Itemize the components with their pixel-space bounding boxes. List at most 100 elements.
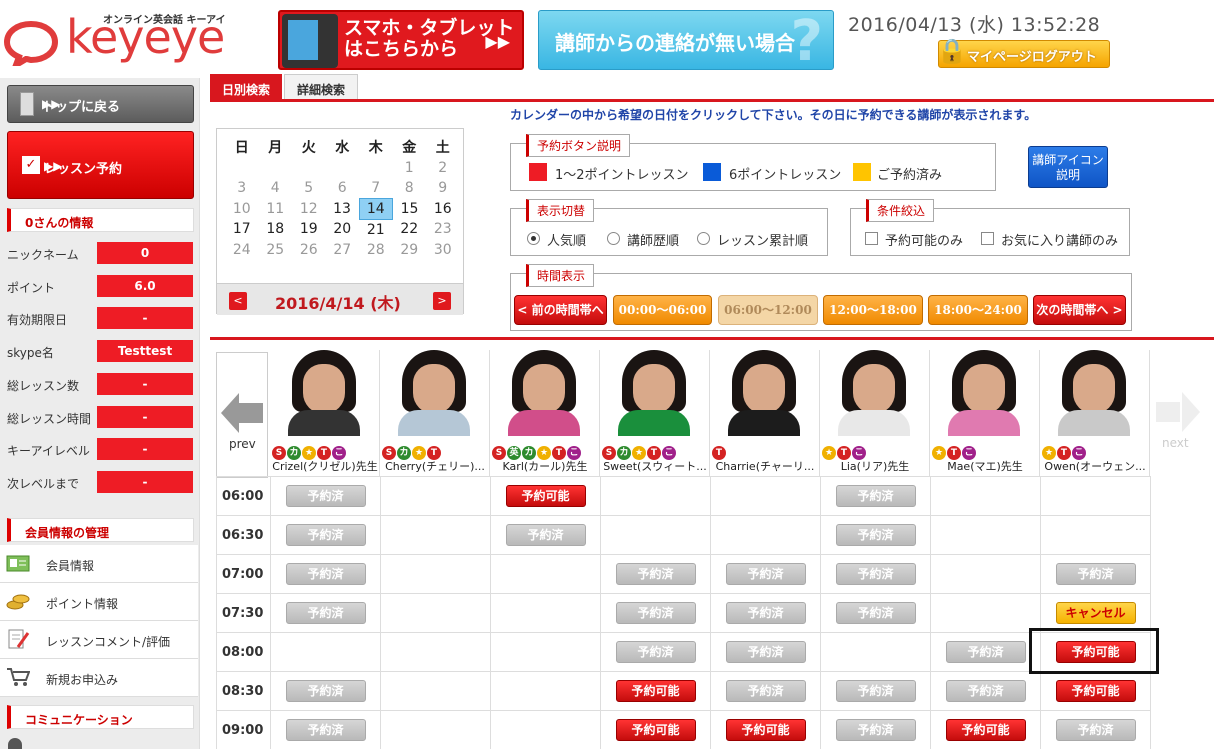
teacher-card[interactable]: S カ ★ T こ Sweet(スウィート... bbox=[600, 350, 710, 476]
teacher-name[interactable]: Mae(マエ)先生 bbox=[930, 458, 1040, 474]
teacher-name[interactable]: Karl(カール)先生 bbox=[490, 458, 600, 474]
next-teachers-button[interactable]: next bbox=[1150, 352, 1204, 478]
tab-detail-search[interactable]: 詳細検索 bbox=[284, 74, 358, 100]
booked-slot: 予約済 bbox=[285, 602, 366, 624]
teacher-card[interactable]: S カ ★ T こ Crizel(クリゼル)先生 bbox=[270, 350, 380, 476]
teacher-badges: S 英カ ★ T こ bbox=[492, 440, 582, 460]
teacher-card[interactable]: T Charrie(チャーリ... bbox=[710, 350, 820, 476]
time-range-18-24-button[interactable]: 18:00～24:00 bbox=[928, 295, 1028, 325]
teacher-card[interactable]: ★ T こ Mae(マエ)先生 bbox=[930, 350, 1040, 476]
calendar-prev-button[interactable]: < bbox=[229, 292, 247, 310]
teacher-name[interactable]: Crizel(クリゼル)先生 bbox=[270, 458, 380, 474]
teacher-photo[interactable] bbox=[726, 350, 802, 436]
menu-lesson-comment[interactable]: レッスンコメント/評価 bbox=[0, 621, 198, 659]
calendar-day[interactable]: 17 bbox=[225, 219, 259, 240]
calendar-day[interactable]: 16 bbox=[426, 199, 460, 220]
book-slot-button[interactable]: 予約可能 bbox=[615, 680, 696, 702]
slot-cell: 予約可能 bbox=[600, 710, 711, 749]
calendar-next-button[interactable]: > bbox=[433, 292, 451, 310]
radio-teacher-history[interactable] bbox=[607, 232, 620, 245]
id-card-icon bbox=[6, 555, 30, 572]
smartphone-banner[interactable]: スマホ・タブレット はこちらから ▶▶ bbox=[278, 10, 524, 70]
highlight-box bbox=[1029, 628, 1159, 674]
teacher-name[interactable]: Lia(リア)先生 bbox=[820, 458, 930, 474]
next-time-range-button[interactable]: 次の時間帯へ > bbox=[1033, 295, 1126, 325]
tab-daily-search[interactable]: 日別検索 bbox=[210, 74, 282, 100]
calendar-day[interactable]: 19 bbox=[292, 219, 326, 240]
checkbox-available-only[interactable] bbox=[865, 232, 878, 245]
calendar-day[interactable]: 21 bbox=[359, 219, 393, 240]
member-management-heading: 会員情報の管理 bbox=[7, 518, 194, 542]
time-label: 08:00 bbox=[216, 632, 271, 672]
teacher-name[interactable]: Charrie(チャーリ... bbox=[710, 458, 820, 474]
legend-title: 予約ボタン説明 bbox=[526, 134, 631, 157]
next-label: next bbox=[1162, 436, 1189, 450]
teacher-photo[interactable] bbox=[1056, 350, 1132, 436]
radio-label: レッスン累計順 bbox=[717, 234, 809, 249]
slot-cell: 予約済 bbox=[710, 593, 821, 633]
slot-cell: 予約済 bbox=[600, 632, 711, 672]
teacher-card[interactable]: S カ ★ T Cherry(チェリー)... bbox=[380, 350, 490, 476]
radio-popularity[interactable] bbox=[527, 232, 540, 245]
prev-time-range-button[interactable]: < 前の時間帯へ bbox=[514, 295, 607, 325]
checkbox-favorites-only[interactable] bbox=[981, 232, 994, 245]
calendar-day: 4 bbox=[270, 180, 280, 197]
no-contact-banner[interactable]: ? 講師からの連絡が無い場合 bbox=[538, 9, 834, 74]
calendar-day[interactable]: 14 bbox=[358, 198, 393, 220]
back-to-top-button[interactable]: トップに戻る ▶▶ bbox=[7, 85, 194, 123]
calendar-day[interactable]: 20 bbox=[326, 219, 360, 240]
teacher-card[interactable]: S 英カ ★ T こ Karl(カール)先生 bbox=[490, 350, 600, 476]
slot-cell: 予約済 bbox=[930, 671, 1041, 711]
book-slot-button[interactable]: 予約可能 bbox=[505, 485, 586, 507]
empty-slot bbox=[490, 554, 601, 594]
info-row: 有効期限日 - bbox=[7, 305, 197, 333]
teacher-photo[interactable] bbox=[506, 350, 582, 436]
book-slot-button[interactable]: 予約可能 bbox=[945, 719, 1026, 741]
time-range-06-12-button[interactable]: 06:00～12:00 bbox=[718, 295, 818, 325]
teacher-icon-help-button[interactable]: 講師アイコン 説明 bbox=[1028, 146, 1108, 188]
lesson-booking-button[interactable]: ✓ レッスン予約 ▶▶ bbox=[7, 131, 194, 199]
slot-cell: 予約済 bbox=[270, 515, 381, 555]
teacher-photo[interactable] bbox=[286, 350, 362, 436]
teacher-card[interactable]: ★ T こ Owen(オーウェン... bbox=[1040, 350, 1150, 476]
menu-member-info[interactable]: 会員情報 bbox=[0, 545, 198, 583]
empty-slot bbox=[380, 593, 491, 633]
lock-icon: 🔒 bbox=[937, 37, 967, 65]
slot-cell: 予約可能 bbox=[600, 671, 711, 711]
time-label: 06:30 bbox=[216, 515, 271, 555]
teacher-badges: ★ T こ bbox=[1042, 440, 1087, 460]
book-slot-button[interactable]: 予約可能 bbox=[1055, 680, 1136, 702]
menu-label: 新規お申込み bbox=[46, 673, 119, 687]
shopping-cart-icon bbox=[7, 668, 30, 686]
calendar-day[interactable]: 15 bbox=[393, 199, 427, 220]
calendar-day[interactable]: 22 bbox=[393, 219, 427, 240]
menu-new-application[interactable]: 新規お申込み bbox=[0, 659, 198, 697]
booked-slot: 予約済 bbox=[725, 641, 806, 663]
yellow-square-icon bbox=[853, 163, 871, 181]
calendar-day[interactable]: 13 bbox=[326, 199, 360, 220]
calendar-day[interactable]: 18 bbox=[259, 219, 293, 240]
teacher-photo[interactable] bbox=[836, 350, 912, 436]
booked-slot: 予約済 bbox=[1055, 719, 1136, 741]
arrow-right-icon bbox=[1182, 392, 1200, 432]
book-slot-button[interactable]: 予約可能 bbox=[615, 719, 696, 741]
menu-point-info[interactable]: ポイント情報 bbox=[0, 583, 198, 621]
radio-lesson-total[interactable] bbox=[697, 232, 710, 245]
time-range-00-06-button[interactable]: 00:00～06:00 bbox=[613, 295, 712, 325]
teacher-card[interactable]: ★ T こ Lia(リア)先生 bbox=[820, 350, 930, 476]
menu-label: レッスンコメント/評価 bbox=[46, 635, 171, 649]
time-range-12-18-button[interactable]: 12:00～18:00 bbox=[823, 295, 923, 325]
book-slot-button[interactable]: 予約可能 bbox=[725, 719, 806, 741]
cancel-slot-button[interactable]: キャンセル bbox=[1055, 602, 1136, 624]
teacher-photo[interactable] bbox=[616, 350, 692, 436]
teacher-photo[interactable] bbox=[396, 350, 472, 436]
prev-teachers-button[interactable]: prev bbox=[216, 352, 268, 478]
teacher-name[interactable]: Owen(オーウェン... bbox=[1040, 458, 1150, 474]
logout-button[interactable]: 🔒 マイページログアウト bbox=[937, 37, 1110, 68]
teacher-name[interactable]: Cherry(チェリー)... bbox=[380, 458, 490, 474]
site-logo[interactable]: keyeye オンライン英会話 キーアイ bbox=[0, 0, 260, 74]
teacher-name[interactable]: Sweet(スウィート... bbox=[600, 458, 710, 474]
teacher-photo[interactable] bbox=[946, 350, 1022, 436]
time-label: 08:30 bbox=[216, 671, 271, 711]
question-mark-icon: ? bbox=[790, 9, 823, 74]
